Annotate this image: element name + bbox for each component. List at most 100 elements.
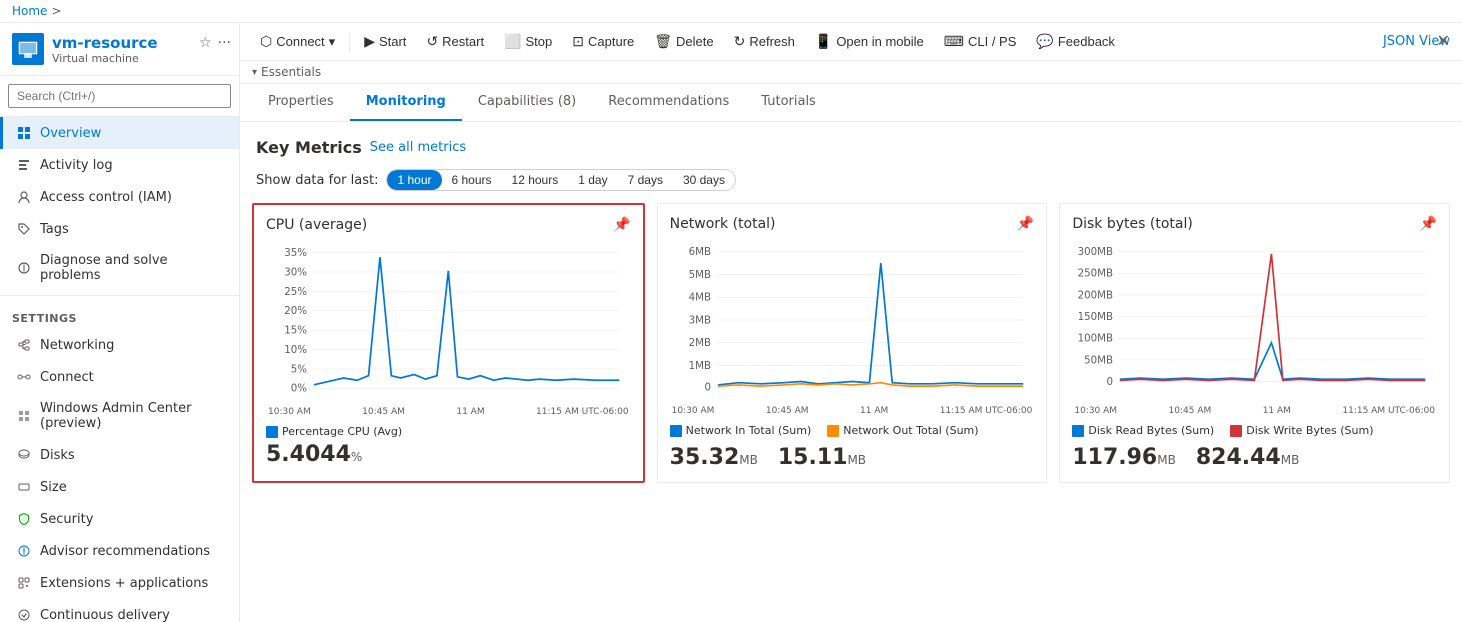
mobile-icon: 📱: [815, 33, 832, 50]
time-opt-12hours[interactable]: 12 hours: [502, 170, 569, 190]
sidebar-item-overview[interactable]: Overview: [0, 117, 239, 149]
sidebar-item-size[interactable]: Size: [0, 471, 239, 503]
cpu-legend-item: Percentage CPU (Avg): [266, 425, 402, 438]
tab-monitoring[interactable]: Monitoring: [350, 84, 462, 121]
time-opt-30days[interactable]: 30 days: [673, 170, 735, 190]
svg-text:25%: 25%: [284, 286, 307, 298]
overview-label: Overview: [40, 126, 101, 141]
search-input[interactable]: [8, 84, 231, 108]
network-out-value-number: 15.11: [778, 445, 848, 470]
delete-button[interactable]: 🗑 Delete: [646, 29, 721, 54]
extensions-label: Extensions + applications: [40, 576, 208, 591]
disk-read-value: 117.96MB: [1072, 445, 1176, 470]
stop-label: Stop: [526, 34, 553, 49]
sidebar-nav: Overview Activity log Access control (IA…: [0, 117, 239, 622]
tab-recommendations[interactable]: Recommendations: [592, 84, 745, 121]
sidebar-item-diagnose[interactable]: Diagnose and solve problems: [0, 245, 239, 291]
sidebar-item-continuous-delivery[interactable]: Continuous delivery: [0, 599, 239, 622]
tab-capabilities[interactable]: Capabilities (8): [462, 84, 592, 121]
restart-button[interactable]: ↺ Restart: [418, 29, 492, 54]
toolbar-divider-1: [349, 32, 350, 52]
size-label: Size: [40, 480, 67, 495]
time-opt-1day[interactable]: 1 day: [568, 170, 617, 190]
connect-label: Connect: [40, 370, 94, 385]
start-button[interactable]: ▶ Start: [356, 29, 414, 54]
cpu-value-unit: %: [351, 450, 362, 464]
metrics-header: Key Metrics See all metrics: [240, 122, 1462, 165]
resource-name: vm-resource: [52, 34, 158, 52]
svg-text:0: 0: [704, 382, 711, 394]
disk-write-unit: MB: [1281, 453, 1300, 467]
svg-text:6MB: 6MB: [688, 246, 710, 258]
breadcrumb-home[interactable]: Home: [12, 4, 47, 18]
sidebar-item-connect[interactable]: Connect: [0, 361, 239, 393]
sidebar-item-extensions[interactable]: Extensions + applications: [0, 567, 239, 599]
more-options-icon[interactable]: ···: [218, 35, 231, 51]
connect-button[interactable]: ⬡ Connect ▾: [252, 29, 343, 54]
svg-text:20%: 20%: [284, 305, 307, 317]
network-pin-icon[interactable]: 📌: [1017, 216, 1034, 232]
svg-text:50MB: 50MB: [1084, 354, 1113, 366]
essentials-label: Essentials: [261, 65, 321, 79]
sidebar-item-advisor[interactable]: Advisor recommendations: [0, 535, 239, 567]
svg-text:100MB: 100MB: [1078, 333, 1113, 345]
sidebar-item-security[interactable]: Security: [0, 503, 239, 535]
network-out-value: 15.11MB: [778, 445, 866, 470]
sidebar-item-disks[interactable]: Disks: [0, 439, 239, 471]
svg-text:2MB: 2MB: [688, 337, 710, 349]
network-in-swatch: [670, 425, 682, 437]
time-opt-7days[interactable]: 7 days: [618, 170, 673, 190]
extensions-icon: [16, 575, 32, 591]
svg-text:10%: 10%: [284, 344, 307, 356]
toolbar: ⬡ Connect ▾ ▶ Start ↺ Restart ⬜ Stop: [240, 23, 1462, 61]
disk-pin-icon[interactable]: 📌: [1420, 216, 1437, 232]
svg-text:1MB: 1MB: [688, 360, 710, 372]
disk-chart-card[interactable]: Disk bytes (total) 📌 300MB 250MB: [1059, 203, 1450, 483]
refresh-icon: ↻: [734, 33, 746, 50]
continuous-delivery-icon: [16, 607, 32, 622]
favorite-icon[interactable]: ☆: [199, 35, 212, 51]
disk-legend: Disk Read Bytes (Sum) Disk Write Bytes (…: [1072, 424, 1437, 437]
metrics-title: Key Metrics: [256, 138, 362, 157]
disk-write-swatch: [1230, 425, 1242, 437]
cpu-pin-icon[interactable]: 📌: [613, 217, 630, 233]
cpu-value-number: 5.4044: [266, 442, 351, 467]
disk-read-legend-label: Disk Read Bytes (Sum): [1088, 424, 1214, 437]
restart-label: Restart: [442, 34, 484, 49]
cpu-chart-card[interactable]: CPU (average) 📌: [252, 203, 645, 483]
disks-label: Disks: [40, 448, 75, 463]
sidebar-item-activity-log[interactable]: Activity log: [0, 149, 239, 181]
disk-chart-title: Disk bytes (total): [1072, 216, 1437, 232]
continuous-delivery-label: Continuous delivery: [40, 608, 170, 622]
time-opt-1hour[interactable]: 1 hour: [387, 170, 441, 190]
refresh-button[interactable]: ↻ Refresh: [726, 29, 803, 54]
disk-read-unit: MB: [1157, 453, 1176, 467]
activity-log-label: Activity log: [40, 158, 113, 173]
time-opt-6hours[interactable]: 6 hours: [442, 170, 502, 190]
cpu-legend-label: Percentage CPU (Avg): [282, 425, 402, 438]
networking-icon: [16, 337, 32, 353]
cli-ps-button[interactable]: ⌨ CLI / PS: [936, 29, 1025, 54]
main-area: vm-resource Virtual machine ☆ ··· Ov: [0, 23, 1462, 622]
cli-ps-label: CLI / PS: [968, 34, 1016, 49]
capture-button[interactable]: ⊡ Capture: [564, 29, 642, 54]
cpu-legend-swatch: [266, 426, 278, 438]
sidebar-item-windows-admin[interactable]: Windows Admin Center (preview): [0, 393, 239, 439]
stop-button[interactable]: ⬜ Stop: [496, 29, 560, 54]
feedback-button[interactable]: 💬 Feedback: [1028, 29, 1123, 54]
network-chart-card[interactable]: Network (total) 📌 6MB 5MB 4: [657, 203, 1048, 483]
tab-properties[interactable]: Properties: [252, 84, 350, 121]
disk-read-number: 117.96: [1072, 445, 1157, 470]
close-button[interactable]: ✕: [1437, 31, 1450, 51]
network-out-legend-item: Network Out Total (Sum): [827, 424, 978, 437]
sidebar-search: [0, 76, 239, 117]
svg-text:35%: 35%: [284, 247, 307, 259]
sidebar-item-networking[interactable]: Networking: [0, 329, 239, 361]
time-options: 1 hour 6 hours 12 hours 1 day 7 days 30 …: [386, 169, 736, 191]
open-mobile-button[interactable]: 📱 Open in mobile: [807, 29, 932, 54]
see-all-metrics-link[interactable]: See all metrics: [370, 140, 466, 155]
sidebar-item-access-control[interactable]: Access control (IAM): [0, 181, 239, 213]
svg-text:15%: 15%: [284, 325, 307, 337]
tab-tutorials[interactable]: Tutorials: [745, 84, 832, 121]
sidebar-item-tags[interactable]: Tags: [0, 213, 239, 245]
